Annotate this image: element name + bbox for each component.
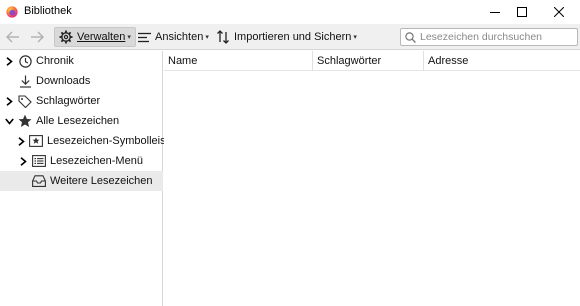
sidebar-tree: Chronik Downloads Schlagwörter Alle Lese…: [0, 51, 175, 306]
sidebar-item-label: Alle Lesezeichen: [36, 115, 120, 127]
maximize-button[interactable]: [505, 0, 539, 24]
title-bar: Bibliothek: [0, 0, 580, 24]
arrow-right-icon: [31, 31, 44, 43]
sidebar-item-bookmarks-toolbar[interactable]: Lesezeichen-Symbolleiste: [0, 131, 175, 151]
dropdown-caret-icon: ▾: [127, 34, 131, 41]
bookmarks-menu-icon: [32, 154, 46, 168]
sidebar-item-label: Downloads: [36, 75, 91, 87]
import-backup-menu-button[interactable]: Importieren und Sichern ▾: [212, 27, 361, 47]
window-title: Bibliothek: [24, 5, 72, 17]
bookmarks-toolbar-icon: [29, 134, 43, 148]
sidebar-item-tags[interactable]: Schlagwörter: [0, 91, 163, 111]
chevron-right-icon[interactable]: [18, 156, 28, 166]
import-export-arrows-icon: [217, 30, 229, 44]
minimize-icon: [490, 12, 500, 13]
manage-menu-button[interactable]: Verwalten ▾: [54, 27, 136, 47]
sidebar-item-label: Lesezeichen-Menü: [50, 155, 143, 167]
firefox-logo-icon: [6, 6, 18, 18]
sidebar-item-bookmarks-menu[interactable]: Lesezeichen-Menü: [0, 151, 163, 171]
star-icon: [18, 114, 32, 128]
column-header-address[interactable]: Adresse: [423, 51, 580, 71]
back-button[interactable]: [2, 27, 24, 47]
clock-icon: [18, 54, 32, 68]
sidebar-item-downloads[interactable]: Downloads: [0, 71, 163, 91]
maximize-icon: [517, 7, 527, 17]
dropdown-caret-icon: ▾: [353, 34, 357, 41]
search-input[interactable]: [420, 31, 570, 43]
close-icon: [554, 7, 564, 17]
sidebar-item-label: Schlagwörter: [36, 95, 101, 107]
table-header: Name Schlagwörter Adresse: [164, 51, 580, 71]
forward-button[interactable]: [26, 27, 48, 47]
list-view-icon: [138, 32, 151, 42]
chevron-right-icon[interactable]: [4, 56, 14, 66]
download-icon: [18, 74, 32, 88]
chevron-right-icon[interactable]: [18, 136, 25, 146]
sidebar-item-label: Chronik: [36, 55, 74, 67]
tag-icon: [18, 94, 32, 108]
import-backup-menu-label: Importieren und Sichern: [234, 31, 352, 43]
search-box[interactable]: [400, 28, 578, 46]
views-menu-button[interactable]: Ansichten ▾: [134, 27, 213, 47]
column-header-tags[interactable]: Schlagwörter: [312, 51, 423, 71]
chevron-down-icon[interactable]: [4, 116, 14, 126]
bookmarks-table[interactable]: Name Schlagwörter Adresse: [164, 51, 580, 306]
sidebar-item-all-bookmarks[interactable]: Alle Lesezeichen: [0, 111, 163, 131]
sidebar-item-label: Lesezeichen-Symbolleiste: [47, 135, 175, 147]
arrow-left-icon: [6, 31, 19, 43]
sidebar-item-label: Weitere Lesezeichen: [50, 175, 153, 187]
toolbar: Verwalten ▾ Ansichten ▾ Importieren und …: [0, 24, 580, 50]
gear-icon: [59, 30, 73, 44]
column-header-name[interactable]: Name: [164, 51, 312, 71]
close-button[interactable]: [542, 0, 576, 24]
unfiled-bookmarks-icon: [32, 174, 46, 188]
sidebar-item-history[interactable]: Chronik: [0, 51, 163, 71]
manage-menu-label: Verwalten: [77, 31, 126, 43]
search-icon: [405, 31, 416, 43]
chevron-right-icon[interactable]: [4, 96, 14, 106]
dropdown-caret-icon: ▾: [205, 34, 209, 41]
sidebar-item-other-bookmarks[interactable]: Weitere Lesezeichen: [0, 171, 163, 191]
views-menu-label: Ansichten: [155, 31, 204, 43]
